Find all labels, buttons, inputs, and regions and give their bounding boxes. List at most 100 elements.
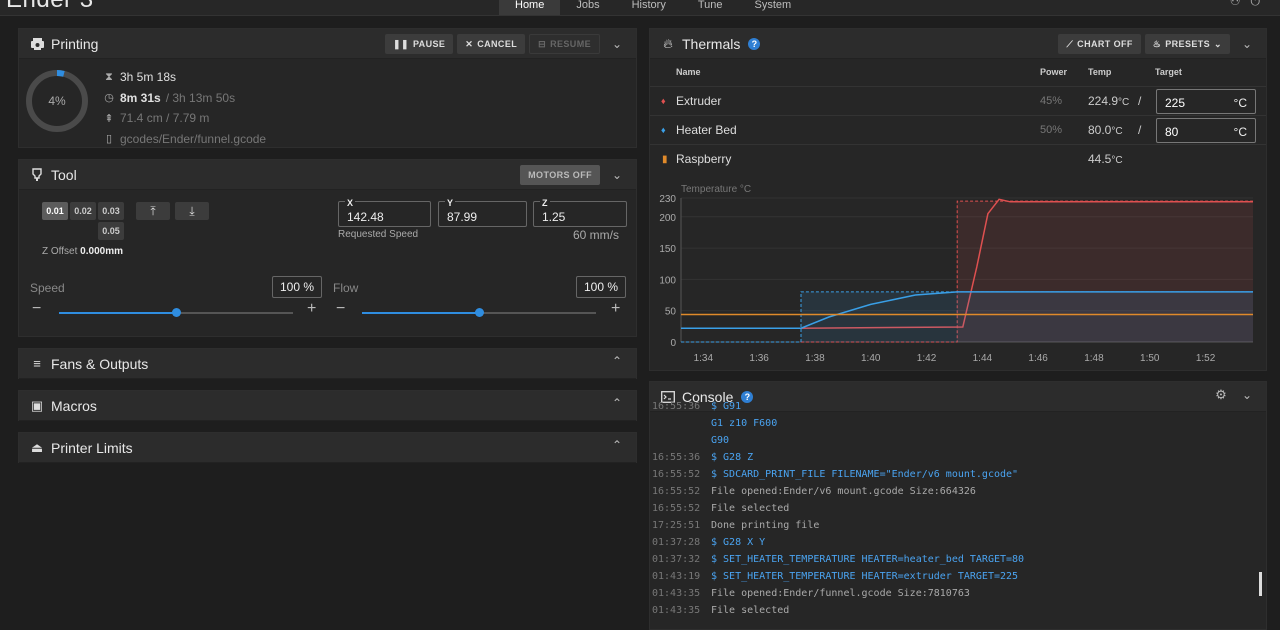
macros-title: Macros: [51, 397, 97, 414]
tool-body: 0.01 0.02 0.03 0.05 ⤒ ⤓ Z Offset 0.000mm…: [19, 190, 636, 336]
y-tick-label: 200: [659, 213, 676, 224]
console-line: 16:55:36 $ G91: [652, 401, 742, 412]
speed-label: Speed: [30, 281, 65, 295]
z-step-0.05[interactable]: 0.05: [98, 222, 124, 240]
console-line: G90: [711, 435, 730, 446]
chevron-up-icon[interactable]: ⌃: [608, 354, 626, 368]
heater-bed-target-area: [681, 291, 1253, 342]
chart-off-button[interactable]: ⟋ CHART OFF: [1058, 34, 1141, 54]
y-position-field[interactable]: Y 87.99: [438, 198, 527, 227]
chevron-up-icon[interactable]: ⌃: [608, 396, 626, 410]
nav-tabs: Home Jobs History Tune System: [499, 0, 808, 15]
flow-plus-icon[interactable]: +: [611, 300, 620, 318]
speed-value[interactable]: 100 %: [272, 276, 322, 298]
printer-icon: [29, 36, 45, 52]
thermal-row-extruder: ♦ Extruder 45% 224.9°C / 225 °C: [650, 87, 1266, 116]
console-line: 16:55:52 File selected: [652, 503, 790, 514]
total-time: 3h 5m 18s: [120, 70, 177, 85]
resume-button[interactable]: ⊟ RESUME: [529, 34, 600, 54]
speed-plus-icon[interactable]: +: [307, 300, 316, 318]
tab-history[interactable]: History: [616, 0, 682, 15]
x-position-field[interactable]: X 142.48: [338, 198, 431, 227]
limits-icon: ⏏: [30, 439, 44, 455]
chart-title: Temperature °C: [681, 184, 751, 195]
console-scrollbar[interactable]: [1259, 572, 1262, 596]
thermals-header: 🔥︎ Thermals ? ⟋ CHART OFF ♨ PRESETS ⌄ ⌄: [650, 29, 1266, 59]
x-tick-label: 1:42: [917, 353, 937, 364]
console-line: 01:37:32 $ SET_HEATER_TEMPERATURE HEATER…: [652, 554, 1025, 565]
thermal-row-heater-bed: ♦ Heater Bed 50% 80.0°C / 80 °C: [650, 116, 1266, 145]
flame-icon: ♦: [661, 125, 666, 135]
z-up-button[interactable]: ⤒: [136, 202, 170, 220]
fan-icon: ≡: [33, 356, 41, 371]
file-icon: ▯: [105, 133, 113, 146]
macros-card[interactable]: ▣ Macros ⌃: [18, 390, 637, 421]
z-position-field[interactable]: Z 1.25: [533, 198, 627, 227]
help-icon[interactable]: ?: [748, 37, 761, 50]
chevron-down-icon[interactable]: ⌄: [608, 168, 626, 182]
thermals-card: 🔥︎ Thermals ? ⟋ CHART OFF ♨ PRESETS ⌄ ⌄ Nam…: [649, 28, 1267, 371]
speed-slider[interactable]: [59, 308, 293, 317]
console-line: 16:55:52 File opened:Ender/v6 mount.gcod…: [652, 486, 976, 497]
flame-icon: ♦: [661, 96, 666, 106]
flow-slider-knob[interactable]: [475, 308, 484, 317]
x-tick-label: 1:44: [973, 353, 993, 364]
tab-tune[interactable]: Tune: [682, 0, 739, 15]
limits-card[interactable]: ⏏ Printer Limits ⌃: [18, 432, 637, 463]
remaining-time: / 3h 13m 50s: [165, 90, 236, 105]
cancel-button[interactable]: ✕ CANCEL: [457, 34, 526, 54]
flow-minus-icon[interactable]: −: [336, 300, 345, 318]
flow-value[interactable]: 100 %: [576, 276, 626, 298]
requested-speed: 60 mm/s: [573, 228, 620, 242]
chart-icon: ⟋: [1066, 38, 1074, 49]
z-offset: Z Offset 0.000mm: [42, 246, 123, 257]
printing-card: Printing ❚❚ PAUSE ✕ CANCEL ⊟ RESUME ⌄ 4% ⧗ 3…: [18, 28, 637, 148]
account-icon[interactable]: ⚇: [1230, 0, 1241, 8]
chevron-down-icon[interactable]: ⌄: [608, 37, 626, 51]
elapsed-time: 8m 31s: [120, 90, 161, 105]
power-icon[interactable]: ⏻: [1251, 0, 1261, 8]
console-line: 01:43:35 File opened:Ender/funnel.gcode …: [652, 588, 970, 599]
motors-off-button[interactable]: MOTORS OFF: [520, 165, 600, 185]
z-step-0.01[interactable]: 0.01: [42, 202, 68, 220]
tab-system[interactable]: System: [739, 0, 808, 15]
extruder-target-input[interactable]: 225 °C: [1156, 89, 1256, 114]
upload-icon: ⤒: [150, 203, 156, 218]
y-tick-label: 0: [670, 338, 676, 349]
top-bar: Ender 3 Home Jobs History Tune System ⚇ …: [0, 0, 1280, 16]
x-tick-label: 1:36: [749, 353, 769, 364]
console-line: 01:37:28 $ G28 X Y: [652, 537, 766, 548]
console-line: 16:55:52 $ SDCARD_PRINT_FILE FILENAME="E…: [652, 469, 1019, 480]
tab-jobs[interactable]: Jobs: [560, 0, 615, 15]
y-tick-label: 150: [659, 244, 676, 255]
requested-speed-label: Requested Speed: [338, 229, 419, 240]
z-step-0.02[interactable]: 0.02: [70, 202, 96, 220]
hourglass-icon: ⧗: [105, 70, 113, 83]
console-line: 01:43:19 $ SET_HEATER_TEMPERATURE HEATER…: [652, 571, 1019, 582]
chevron-down-icon[interactable]: ⌄: [1238, 37, 1256, 51]
y-tick-label: 230: [659, 194, 676, 205]
chevron-up-icon[interactable]: ⌃: [608, 438, 626, 452]
printing-body: 4% ⧗ 3h 5m 18s ◷ 8m 31s / 3h 13m 50s ⇞ 71.4 …: [19, 59, 636, 147]
speed-slider-knob[interactable]: [172, 308, 181, 317]
tool-icon: [29, 167, 45, 183]
flow-label: Flow: [333, 281, 359, 295]
speed-minus-icon[interactable]: −: [32, 300, 41, 318]
pause-button[interactable]: ❚❚ PAUSE: [385, 34, 454, 54]
y-tick-label: 100: [659, 275, 676, 286]
tab-home[interactable]: Home: [499, 0, 561, 15]
x-tick-label: 1:48: [1084, 353, 1104, 364]
clock-icon: ◷: [104, 92, 114, 105]
fans-card[interactable]: ≡ Fans & Outputs ⌃: [18, 348, 637, 379]
presets-button[interactable]: ♨ PRESETS ⌄: [1144, 34, 1230, 54]
x-tick-label: 1:40: [861, 353, 881, 364]
flow-slider[interactable]: [362, 308, 596, 317]
z-down-button[interactable]: ⤓: [175, 202, 209, 220]
console-line: 17:25:51 Done printing file: [652, 520, 820, 531]
download-icon: ⤓: [189, 203, 195, 218]
console-line: 01:43:35 File selected: [652, 605, 790, 616]
z-step-0.03[interactable]: 0.03: [98, 202, 124, 220]
x-tick-label: 1:46: [1028, 353, 1048, 364]
file-name: gcodes/Ender/funnel.gcode: [120, 131, 267, 146]
heater-bed-target-input[interactable]: 80 °C: [1156, 118, 1256, 143]
